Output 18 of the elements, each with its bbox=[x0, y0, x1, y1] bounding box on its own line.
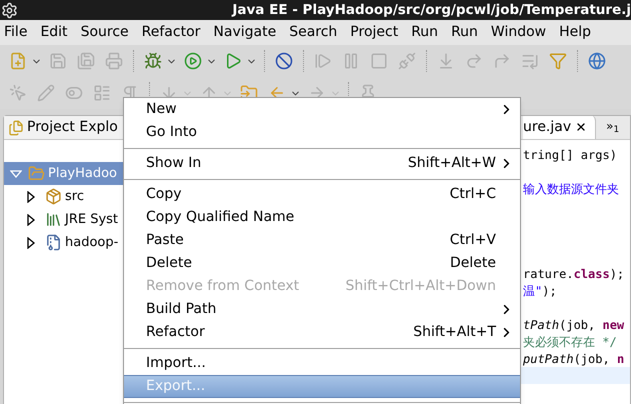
code-line: 输入数据源文件夹 bbox=[523, 180, 619, 198]
shortcut-text: Delete bbox=[450, 254, 496, 273]
shortcut-text: Ctrl+C bbox=[450, 185, 496, 204]
code-line: 温"); bbox=[523, 282, 557, 300]
tree-item-label: src bbox=[65, 188, 84, 206]
tree-item-label: JRE Syst bbox=[65, 210, 118, 229]
tree-item-label: PlayHadoo bbox=[48, 164, 118, 183]
tree-item-label: hadoop- bbox=[65, 234, 118, 252]
code-line: tring[] args) bbox=[523, 146, 617, 164]
shortcut-text: Shift+Alt+T bbox=[413, 323, 496, 342]
code-line: tPath(job, new bbox=[523, 316, 624, 334]
shortcut-text: Shift+Ctrl+Alt+Down bbox=[345, 277, 496, 296]
code-line: 夹必须不存在 */ bbox=[523, 334, 617, 350]
shortcut-text: Shift+Alt+W bbox=[408, 154, 496, 173]
shortcut-text: Ctrl+V bbox=[450, 231, 496, 250]
code-line: rature.class); bbox=[523, 266, 624, 282]
code-line: putPath(job, n bbox=[523, 350, 624, 368]
window-title: Java EE - PlayHadoop/src/org/pcwl/job/Temperature.j bbox=[232, 0, 631, 20]
